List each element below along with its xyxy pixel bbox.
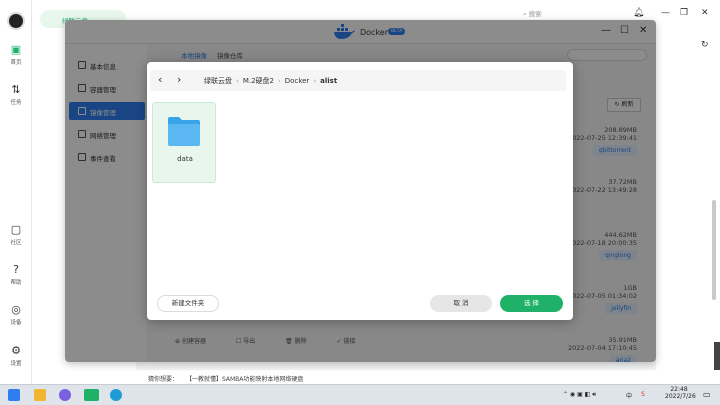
rail-label: 设置 [10,361,22,367]
left-rail: ▣ 首页 ⇅ 任务 ▢ 社区 ? 帮助 ◎ 设备 ⚙ 设置 [0,0,32,384]
taskbar: ⌃ ◉ ▣ ◧ 🔊︎ 中 S 22:48 2022/7/26 ▭ [0,384,720,405]
status-hint: 猜你想要： [148,376,179,383]
back-arrow-icon[interactable]: ‹ [158,74,162,86]
app-icon[interactable] [59,389,71,401]
minimize-icon[interactable]: — [661,8,670,18]
cancel-button[interactable]: 取 消 [430,295,492,312]
restore-icon[interactable]: ❐ [680,8,688,18]
ugreen-app-icon[interactable] [84,389,99,401]
folder-picker-dialog [147,62,573,320]
rail-item-home[interactable]: ▣ 首页 [0,43,32,67]
edge-browser-icon[interactable] [110,389,122,401]
select-button[interactable]: 选 择 [500,295,563,312]
clock-time: 22:48 [670,386,688,393]
folder-name: data [177,155,193,163]
search-placeholder: 搜索 [528,10,542,18]
close-icon[interactable]: ✕ [701,8,709,18]
status-bar: 猜你想要： 【一教就懂】SAMBA功能映射本地网络硬盘 [136,370,720,384]
forward-arrow-icon[interactable]: › [177,74,181,86]
rail-item-device[interactable]: ◎ 设备 [0,303,32,327]
file-explorer-icon[interactable] [34,389,46,401]
breadcrumb: 绿联云盘 › M.2硬盘2 › Docker › alist [204,77,338,85]
status-link[interactable]: 【一教就懂】SAMBA功能映射本地网络硬盘 [186,376,303,383]
scrollbar[interactable] [712,200,716,300]
rail-label: 任务 [10,100,22,106]
input-language[interactable]: 中 [626,391,632,400]
path-bar: ‹ › 绿联云盘 › M.2硬盘2 › Docker › alist [150,70,566,91]
rail-item-tasks[interactable]: ⇅ 任务 [0,83,32,107]
gear-icon: ⚙ [11,344,21,357]
tray-icons[interactable]: ⌃ ◉ ▣ ◧ 🔊︎ [563,391,596,399]
notification-icon[interactable]: ▭ [703,390,711,399]
device-icon: ◎ [11,303,21,316]
clock-date: 2022/7/26 [665,393,696,400]
rail-item-community[interactable]: ▢ 社区 [0,223,32,247]
home-icon: ▣ [10,43,22,56]
rail-item-settings[interactable]: ⚙ 设置 [0,344,32,368]
rail-label: 首页 [10,60,22,66]
clock[interactable]: 22:48 2022/7/26 [665,386,696,400]
right-panel [656,30,720,384]
side-indicator [714,342,720,370]
rail-item-help[interactable]: ? 帮助 [0,263,32,287]
rail-label: 设备 [10,320,22,326]
folder-item[interactable]: data [152,102,216,183]
new-folder-button[interactable]: 新建文件夹 [157,295,219,312]
bell-icon[interactable]: 🔔︎ [633,8,644,18]
transfer-icon: ⇅ [11,83,21,96]
start-icon[interactable] [8,389,20,401]
app-root: ▣ 首页 ⇅ 任务 ▢ 社区 ? 帮助 ◎ 设备 ⚙ 设置 绿联云盘 ⌕ 搜索 … [0,0,720,405]
breadcrumb-item[interactable]: Docker [285,77,310,85]
reload-icon[interactable]: ↻ [701,40,709,50]
help-icon: ? [13,263,19,276]
chat-icon: ▢ [10,223,22,236]
folder-icon [168,117,200,146]
breadcrumb-item[interactable]: 绿联云盘 [204,77,232,85]
rail-label: 帮助 [10,280,22,286]
breadcrumb-current: alist [320,77,338,85]
avatar[interactable] [7,12,25,30]
rail-label: 社区 [10,240,22,246]
breadcrumb-item[interactable]: M.2硬盘2 [243,77,274,85]
antivirus-icon[interactable]: S [641,391,645,398]
